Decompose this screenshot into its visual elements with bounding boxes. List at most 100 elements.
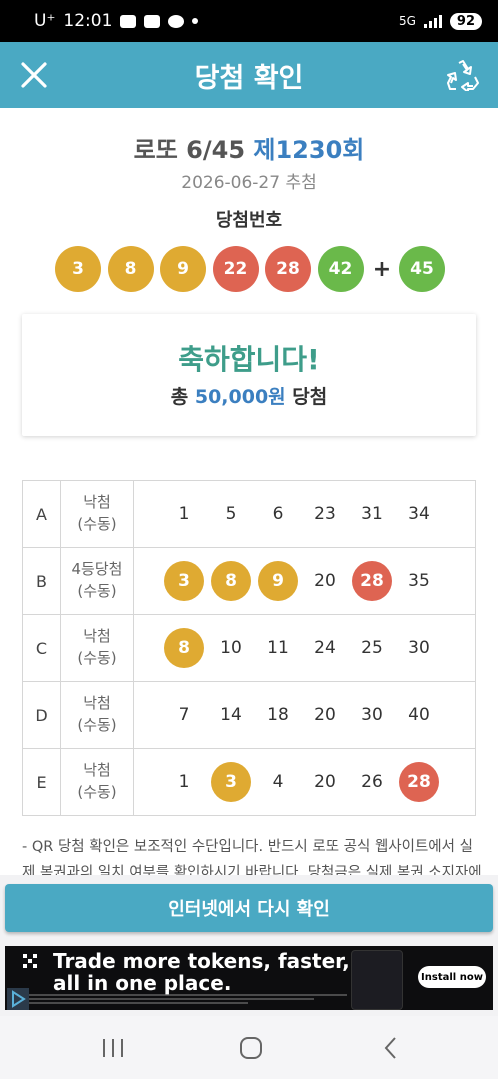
draw-title: 로또 6/45 제1230회 — [0, 130, 498, 165]
winning-ball: 3 — [55, 246, 101, 292]
game-number: 23 — [314, 504, 336, 524]
matched-number: 8 — [164, 628, 204, 668]
table-row: C 낙첨 (수동) 8 10 11 24 25 30 — [22, 614, 476, 682]
winning-ball: 8 — [107, 246, 154, 292]
table-row: D 낙첨 (수동) 7 14 18 20 30 40 — [22, 681, 476, 749]
status-bar: U⁺ 12:01 5G 92 — [0, 0, 498, 42]
status-text: 낙첨 — [83, 493, 111, 512]
result-card: 축하합니다! 총 50,000원 당첨 — [22, 314, 476, 436]
game-number: 24 — [314, 638, 336, 658]
game-number: 11 — [267, 638, 289, 658]
network-type: 5G — [398, 14, 416, 28]
plus-sign: + — [372, 256, 392, 282]
game-number: 1 — [178, 504, 190, 524]
winning-ball: 28 — [265, 246, 311, 292]
game-id: A — [22, 480, 61, 548]
calendar-icon — [144, 14, 161, 28]
youtube-icon — [120, 14, 137, 28]
congrats-message: 축하합니다! — [178, 343, 320, 376]
back-icon[interactable] — [376, 1034, 406, 1062]
draw-summary: 로또 6/45 제1230회 2026-06-27 추첨 당첨번호 3 8 9 … — [0, 108, 498, 460]
table-row: E 낙첨 (수동) 1 3 4 20 26 28 — [22, 748, 476, 816]
winning-ball: 42 — [317, 246, 364, 292]
games-section: A 낙첨 (수동) 1 5 6 23 31 34 B 4등당첨 (수동) 3 8 9 — [0, 460, 498, 875]
status-text: 4등당첨 — [71, 560, 123, 579]
game-number: 30 — [408, 638, 430, 658]
game-id: E — [22, 748, 61, 816]
game-number: 1 — [178, 772, 190, 792]
mode-text: (수동) — [77, 783, 117, 801]
game-status: 낙첨 (수동) — [60, 748, 134, 816]
status-text: 낙첨 — [83, 627, 111, 646]
game-number: 20 — [314, 705, 336, 725]
game-numbers: 3 8 9 20 28 35 — [133, 547, 476, 615]
winning-ball: 9 — [160, 246, 206, 292]
game-status: 4등당첨 (수동) — [60, 547, 134, 615]
game-id: B — [22, 547, 61, 615]
game-numbers: 1 3 4 20 26 28 — [133, 748, 476, 816]
ad-disclaimer — [17, 994, 347, 1006]
ad-phone-image — [351, 950, 403, 1010]
game-number: 30 — [361, 705, 383, 725]
game-id: C — [22, 614, 61, 682]
close-icon[interactable] — [20, 61, 48, 89]
matched-number: 8 — [211, 561, 251, 601]
mode-text: (수동) — [77, 716, 117, 734]
game-number: 5 — [225, 504, 237, 524]
game-status: 낙첨 (수동) — [60, 480, 134, 548]
game-numbers: 7 14 18 20 30 40 — [133, 681, 476, 749]
matched-number: 3 — [211, 762, 251, 802]
mode-text: (수동) — [77, 515, 117, 533]
ad-headline: Trade more tokens, faster, all in one pl… — [53, 950, 350, 994]
game-id: D — [22, 681, 61, 749]
matched-number: 28 — [399, 762, 439, 802]
page-title: 당첨 확인 — [194, 62, 304, 94]
game-number: 34 — [408, 504, 430, 524]
total-prefix: 총 — [170, 386, 189, 408]
carrier-label: U⁺ — [34, 11, 56, 31]
game-number: 14 — [220, 705, 242, 725]
bonus-ball: 45 — [399, 246, 445, 292]
draw-round: 제1230회 — [253, 136, 365, 164]
table-row: B 4등당첨 (수동) 3 8 9 20 28 35 — [22, 547, 476, 615]
more-notifications-icon — [192, 18, 199, 24]
game-number: 31 — [361, 504, 383, 524]
total-suffix: 당첨 — [292, 386, 328, 408]
recheck-online-button[interactable]: 인터넷에서 다시 확인 — [5, 884, 493, 932]
game-number: 35 — [408, 571, 430, 591]
game-status: 낙첨 (수동) — [60, 614, 134, 682]
winning-numbers-label: 당첨번호 — [215, 210, 283, 231]
app-bar: 당첨 확인 — [0, 42, 498, 108]
ad-headline-line1: Trade more tokens, faster, — [53, 949, 350, 973]
game-number: 40 — [408, 705, 430, 725]
matched-number: 28 — [352, 561, 392, 601]
games-table: A 낙첨 (수동) 1 5 6 23 31 34 B 4등당첨 (수동) 3 8 9 — [22, 480, 476, 816]
signal-icon — [423, 14, 442, 28]
table-row: A 낙첨 (수동) 1 5 6 23 31 34 — [22, 480, 476, 548]
game-number: 25 — [361, 638, 383, 658]
adchoices-icon[interactable] — [7, 988, 29, 1010]
ad-banner[interactable]: Trade more tokens, faster, all in one pl… — [5, 946, 493, 1010]
ad-headline-line2: all in one place. — [53, 971, 232, 995]
game-status: 낙첨 (수동) — [60, 681, 134, 749]
mode-text: (수동) — [77, 649, 117, 667]
recycle-icon[interactable] — [446, 59, 480, 91]
game-number: 20 — [314, 571, 336, 591]
status-text: 낙첨 — [83, 694, 111, 713]
draw-date: 2026-06-27 추첨 — [181, 173, 317, 193]
game-number: 6 — [272, 504, 284, 524]
install-button[interactable]: Install now — [418, 966, 486, 988]
game-numbers: 8 10 11 24 25 30 — [133, 614, 476, 682]
game-number: 20 — [314, 772, 336, 792]
home-icon[interactable] — [236, 1034, 266, 1062]
system-nav-bar — [0, 1016, 498, 1079]
clock: 12:01 — [63, 11, 113, 31]
status-text: 낙첨 — [83, 761, 111, 780]
ad-logo-icon — [23, 954, 37, 968]
game-number: 7 — [178, 705, 190, 725]
game-number: 18 — [267, 705, 289, 725]
recent-apps-icon[interactable] — [98, 1034, 128, 1062]
game-number: 4 — [272, 772, 284, 792]
matched-number: 9 — [258, 561, 298, 601]
game-name: 로또 6/45 — [133, 136, 246, 164]
